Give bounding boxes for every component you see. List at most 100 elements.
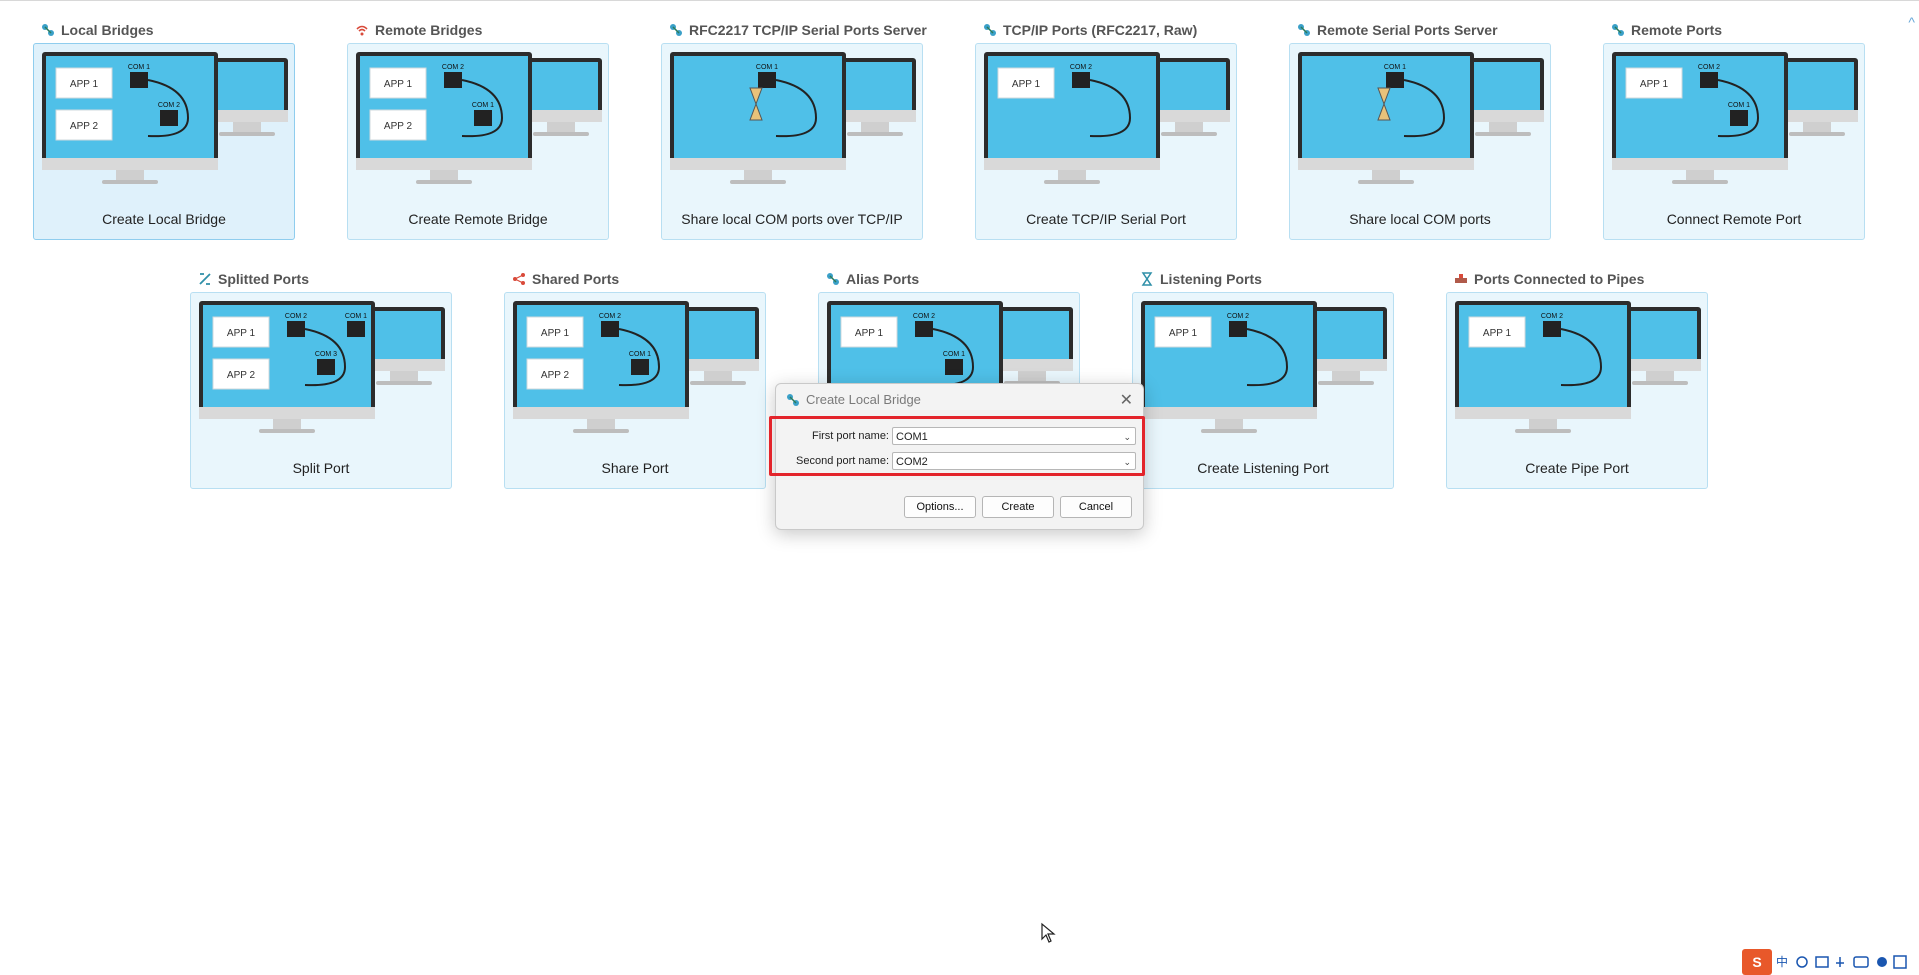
app-label: APP 1 (1169, 328, 1198, 339)
monitor-base (1201, 429, 1257, 433)
app-label: APP 2 (541, 370, 570, 381)
monitor-stand (1372, 170, 1400, 180)
section-header-label: Remote Bridges (375, 22, 483, 38)
action-card[interactable]: APP 1 APP 2 COM 2 COM 1 Create Remote Bridge (347, 43, 609, 240)
monitor-bezel (1298, 158, 1474, 170)
serial-connector (347, 321, 365, 337)
second-port-combobox[interactable]: COM2 ⌄ (892, 452, 1136, 470)
chevron-down-icon[interactable]: ⌄ (1123, 453, 1131, 471)
monitor-bezel (1776, 110, 1858, 122)
scroll-up-icon[interactable]: ^ (1908, 14, 1915, 30)
serial-connector (317, 359, 335, 375)
card-caption: Create Remote Bridge (408, 211, 548, 227)
section-header-label: Splitted Ports (218, 271, 310, 287)
pipe-icon (1455, 274, 1467, 283)
section-header-label: RFC2217 TCP/IP Serial Ports Server (689, 22, 927, 38)
monitor-stand (744, 170, 772, 180)
share-icon (513, 273, 525, 285)
action-card[interactable]: COM 1 Share local COM ports (1289, 43, 1551, 240)
monitor-screen (1302, 56, 1470, 158)
cancel-button[interactable]: Cancel (1060, 496, 1132, 518)
top-border (0, 0, 1919, 1)
card-illustration: COM 1 (1298, 52, 1544, 184)
action-card[interactable]: APP 1 APP 2 COM 2 COM 1 Share Port (504, 292, 766, 489)
action-card[interactable]: APP 1 COM 2 Create TCP/IP Serial Port (975, 43, 1237, 240)
monitor-bezel (984, 158, 1160, 170)
serial-connector (945, 359, 963, 375)
monitor-bezel (1612, 158, 1788, 170)
monitor-stand (704, 371, 732, 381)
action-card[interactable]: APP 1 COM 2 COM 1 Connect Remote Port (1603, 43, 1865, 240)
bridge-icon (787, 393, 799, 406)
monitor-stand (1058, 170, 1086, 180)
section-header: Splitted Ports (198, 269, 309, 289)
monitor-bezel (199, 407, 375, 419)
action-card[interactable]: COM 1 Share local COM ports over TCP/IP (661, 43, 923, 240)
app-label: APP 1 (1483, 328, 1512, 339)
action-card[interactable]: APP 1 APP 2 COM 2 COM 3 COM 1 Split Port (190, 292, 452, 489)
action-card[interactable]: APP 1 COM 2 Create Pipe Port (1446, 292, 1708, 489)
section-header-label: Alias Ports (846, 271, 920, 287)
monitor-stand (1803, 122, 1831, 132)
section-header-label: Local Bridges (61, 22, 154, 38)
action-card[interactable]: APP 1 COM 2 Create Listening Port (1132, 292, 1394, 489)
monitor-base (1789, 132, 1845, 136)
monitor-base (533, 132, 589, 136)
card-caption: Create Local Bridge (102, 211, 226, 227)
card-caption: Share local COM ports (1349, 211, 1491, 227)
monitor-base (219, 132, 275, 136)
server-icon (670, 24, 682, 36)
first-port-label: First port name: (811, 430, 889, 442)
chevron-down-icon[interactable]: ⌄ (1123, 428, 1131, 446)
serial-connector (287, 321, 305, 337)
app-label: APP 1 (70, 79, 99, 90)
section-header: Shared Ports (512, 269, 619, 289)
first-port-combobox[interactable]: COM1 ⌄ (892, 427, 1136, 445)
port-label: COM 2 (913, 313, 935, 320)
port-label: COM 2 (158, 102, 180, 109)
section-header: Listening Ports (1140, 269, 1262, 289)
serial-connector (1700, 72, 1718, 88)
monitor-bezel (206, 110, 288, 122)
monitor-bezel (670, 158, 846, 170)
create-button[interactable]: Create (982, 496, 1054, 518)
second-port-value: COM2 (896, 456, 928, 468)
card-caption: Create Pipe Port (1525, 460, 1629, 476)
monitor-base (1044, 180, 1100, 184)
port-label: COM 2 (285, 313, 307, 320)
monitor-bezel (42, 158, 218, 170)
monitor-stand (1489, 122, 1517, 132)
monitor-stand (1686, 170, 1714, 180)
monitor-bezel (520, 110, 602, 122)
monitor-stand (233, 122, 261, 132)
first-port-row: First port name: COM1 ⌄ (776, 427, 1136, 445)
bridge-icon (42, 24, 54, 36)
card-caption: Share local COM ports over TCP/IP (681, 211, 903, 227)
monitor-screen (367, 311, 441, 359)
close-icon[interactable]: ✕ (1120, 390, 1133, 410)
monitor-base (730, 180, 786, 184)
section-header-label: Listening Ports (1160, 271, 1262, 287)
second-port-row: Second port name: COM2 ⌄ (776, 452, 1136, 470)
monitor-base (259, 429, 315, 433)
serial-connector (444, 72, 462, 88)
monitor-screen (210, 62, 284, 110)
app-logo-icon[interactable]: S (1742, 948, 1772, 975)
monitor-bezel (1141, 407, 1317, 419)
section-header-label: Remote Serial Ports Server (1317, 22, 1498, 38)
options-button[interactable]: Options... (904, 496, 976, 518)
serial-connector (130, 72, 148, 88)
port-label: COM 1 (629, 351, 651, 358)
monitor-screen (1309, 311, 1383, 359)
monitor-stand (1529, 419, 1557, 429)
split-icon (199, 273, 211, 285)
monitor-bezel (677, 359, 759, 371)
action-card[interactable]: APP 1 APP 2 COM 1 COM 2 Create Local Bridge (33, 43, 295, 240)
section-header: Remote Serial Ports Server (1297, 20, 1498, 40)
ime-indicator[interactable]: 中 (1776, 953, 1788, 970)
app-label: APP 1 (1012, 79, 1041, 90)
remote-port-icon (1612, 24, 1624, 36)
port-label: COM 1 (943, 351, 965, 358)
second-port-label: Second port name: (796, 455, 889, 467)
card-caption: Create TCP/IP Serial Port (1026, 211, 1186, 227)
